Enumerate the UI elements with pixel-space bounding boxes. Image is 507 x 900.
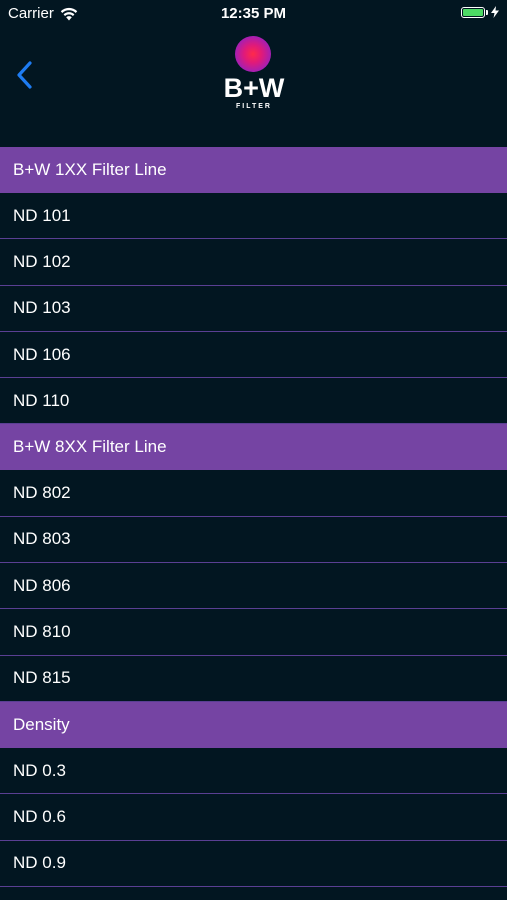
- battery-cap: [486, 9, 488, 15]
- section-header: B+W 8XX Filter Line: [0, 424, 507, 471]
- battery-level: [463, 8, 483, 16]
- list-item[interactable]: ND 106: [0, 332, 507, 379]
- list-item[interactable]: ND 102: [0, 239, 507, 286]
- logo-lens-icon: [235, 36, 271, 72]
- battery-icon: [461, 6, 485, 18]
- back-button[interactable]: [6, 54, 42, 96]
- chevron-left-icon: [17, 61, 32, 89]
- list-item[interactable]: ND 810: [0, 609, 507, 656]
- charging-bolt-icon: [491, 6, 499, 18]
- status-bar: Carrier 12:35 PM: [0, 0, 507, 28]
- logo-subtext: FILTER: [236, 103, 272, 110]
- list-item[interactable]: ND 101: [0, 193, 507, 240]
- list-item[interactable]: ND 0.9: [0, 841, 507, 887]
- list-item[interactable]: ND 802: [0, 470, 507, 517]
- brand-logo: B+W FILTER: [220, 36, 288, 116]
- battery-indicator: [461, 6, 499, 18]
- filter-list: B+W 1XX Filter Line ND 101 ND 102 ND 103…: [0, 147, 507, 887]
- section-header: Density: [0, 701, 507, 748]
- list-item[interactable]: ND 103: [0, 286, 507, 332]
- navigation-bar: B+W FILTER: [0, 28, 507, 147]
- list-item[interactable]: ND 806: [0, 563, 507, 610]
- list-item[interactable]: ND 803: [0, 517, 507, 564]
- list-item[interactable]: ND 0.6: [0, 794, 507, 841]
- app-screen: Carrier 12:35 PM B+W FILTER B+W 1XX Filt…: [0, 0, 507, 900]
- list-item[interactable]: ND 815: [0, 656, 507, 702]
- list-item[interactable]: ND 0.3: [0, 748, 507, 795]
- logo-text: B+W: [223, 73, 285, 103]
- list-item[interactable]: ND 110: [0, 378, 507, 425]
- status-time: 12:35 PM: [220, 5, 287, 22]
- section-header: B+W 1XX Filter Line: [0, 147, 507, 193]
